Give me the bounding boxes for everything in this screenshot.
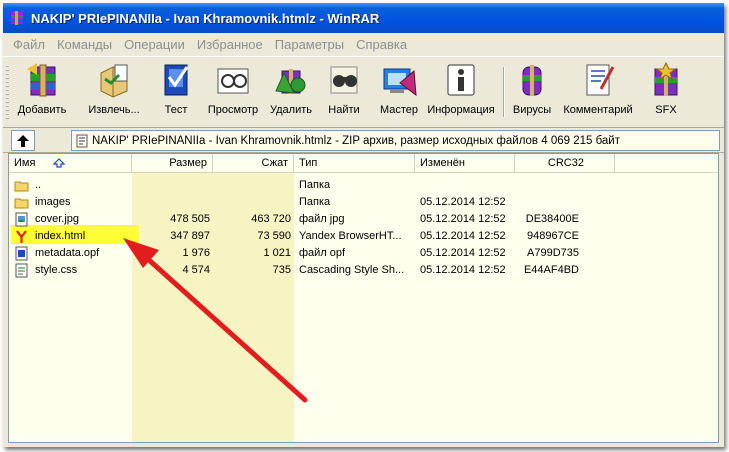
sfx-label: SFX xyxy=(655,104,677,116)
add-button[interactable]: Добавить xyxy=(13,61,71,123)
winrar-window: NAKIP' PRIePINANIIa - Ivan Khramovnik.ht… xyxy=(3,3,724,447)
title-bar[interactable]: NAKIP' PRIePINANIIa - Ivan Khramovnik.ht… xyxy=(3,3,724,33)
menu-commands[interactable]: Команды xyxy=(51,37,118,52)
archive-path-box[interactable]: NAKIP' PRIePINANIIa - Ivan Khramovnik.ht… xyxy=(71,130,720,151)
menu-file[interactable]: Файл xyxy=(7,37,51,52)
wizard-icon xyxy=(383,68,417,97)
add-archive-icon xyxy=(27,63,56,97)
menu-bar: Файл Команды Операции Избранное Параметр… xyxy=(3,33,724,55)
view-icon xyxy=(217,68,249,94)
virus-scan-button[interactable]: Вирусы xyxy=(509,61,555,123)
comment-button[interactable]: Комментарий xyxy=(561,61,635,123)
virus-scan-label: Вирусы xyxy=(512,104,552,116)
comment-icon xyxy=(586,64,615,96)
extract-label: Извлечь... xyxy=(88,104,140,116)
toolbar: Добавить Извлечь... Тест Просмотр Удалит… xyxy=(3,56,724,128)
view-label: Просмотр xyxy=(207,104,259,116)
archive-path: NAKIP' PRIePINANIIa - Ivan Khramovnik.ht… xyxy=(92,134,620,147)
file-list[interactable]: Имя Размер Сжат Тип Изменён CRC32 .. Пап… xyxy=(8,153,719,443)
info-label: Информация xyxy=(427,104,495,116)
up-arrow-icon xyxy=(17,134,29,147)
find-button[interactable]: Найти xyxy=(321,61,367,123)
delete-button[interactable]: Удалить xyxy=(263,61,319,123)
delete-label: Удалить xyxy=(270,104,312,116)
find-label: Найти xyxy=(328,104,360,116)
delete-icon xyxy=(275,69,306,94)
wizard-button[interactable]: Мастер xyxy=(373,61,425,123)
menu-help[interactable]: Справка xyxy=(350,37,413,52)
test-icon xyxy=(164,64,189,96)
test-button[interactable]: Тест xyxy=(151,61,201,123)
add-label: Добавить xyxy=(17,104,67,116)
menu-favorites[interactable]: Избранное xyxy=(191,37,269,52)
find-icon xyxy=(330,66,358,94)
sfx-button[interactable]: SFX xyxy=(643,61,689,123)
wizard-label: Мастер xyxy=(379,104,419,116)
address-bar: NAKIP' PRIePINANIIa - Ivan Khramovnik.ht… xyxy=(3,128,724,153)
annotation-arrow xyxy=(123,238,308,403)
comment-label: Комментарий xyxy=(563,104,633,116)
extract-button[interactable]: Извлечь... xyxy=(81,61,147,123)
extract-icon xyxy=(100,64,128,98)
menu-options[interactable]: Параметры xyxy=(269,37,350,52)
archive-file-icon xyxy=(76,134,88,147)
test-label: Тест xyxy=(164,104,188,116)
up-folder-button[interactable] xyxy=(11,130,35,151)
winrar-app-icon xyxy=(11,11,23,25)
toolbar-grip[interactable] xyxy=(6,65,9,119)
info-icon xyxy=(447,64,475,96)
view-button[interactable]: Просмотр xyxy=(203,61,263,123)
sfx-icon xyxy=(654,61,678,96)
info-button[interactable]: Информация xyxy=(427,61,495,123)
virus-scan-icon xyxy=(522,65,542,96)
menu-operations[interactable]: Операции xyxy=(118,37,191,52)
toolbar-separator xyxy=(503,67,505,117)
window-title: NAKIP' PRIePINANIIa - Ivan Khramovnik.ht… xyxy=(31,10,380,26)
